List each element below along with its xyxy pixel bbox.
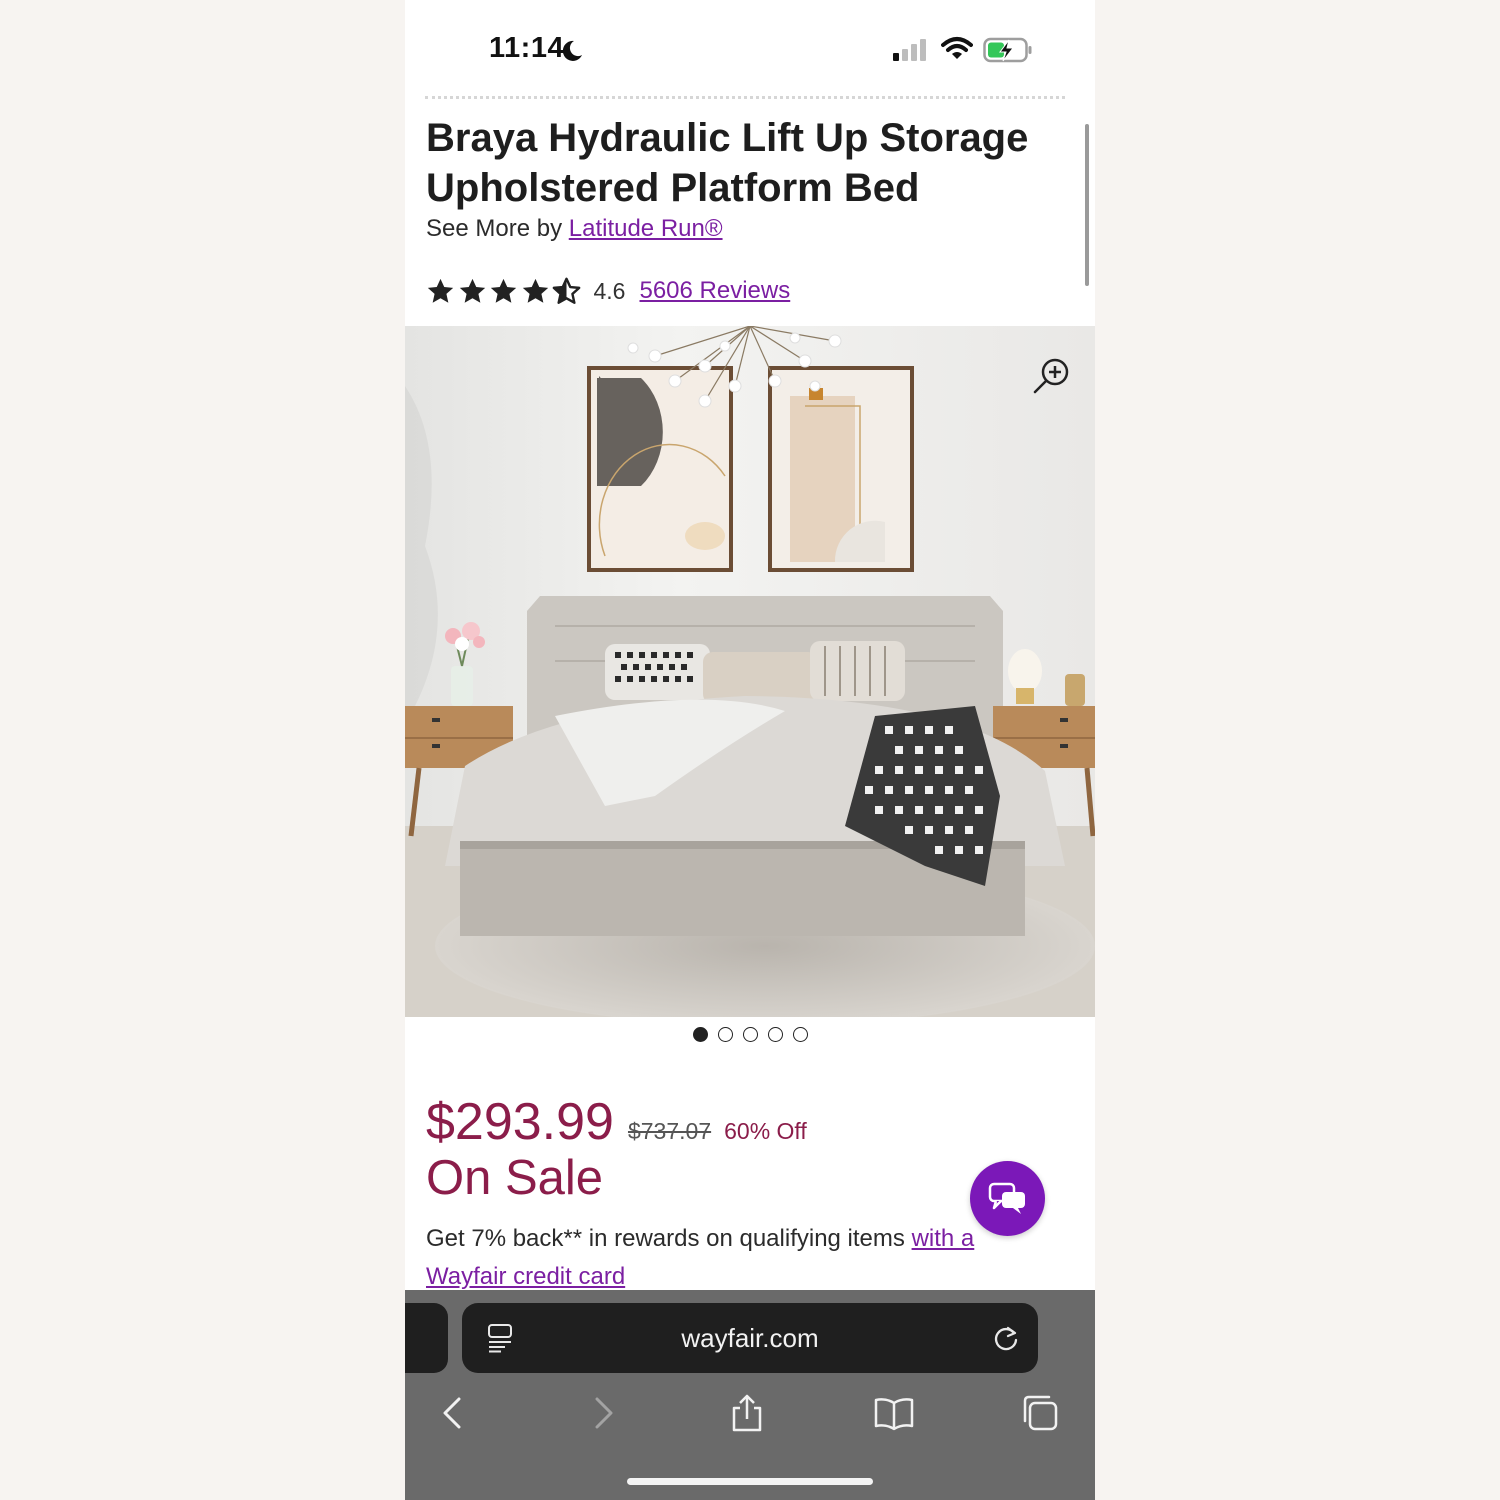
rewards-copy: Get 7% back** in rewards on qualifying i… — [426, 1225, 905, 1252]
credit-card-link[interactable]: with a — [912, 1225, 975, 1252]
rating-value: 4.6 — [593, 277, 626, 304]
address-bar[interactable]: wayfair.com — [462, 1303, 1038, 1373]
price-row: $293.99 $737.07 60% Off — [426, 1092, 807, 1152]
discount-label: 60% Off — [724, 1118, 807, 1144]
gallery-dot-1[interactable] — [692, 1027, 708, 1042]
gallery-dot-5[interactable] — [792, 1027, 808, 1042]
half-star-icon — [552, 277, 581, 304]
reload-icon[interactable] — [992, 1325, 1020, 1353]
bedroom-photo — [405, 326, 1095, 1017]
original-price: $737.07 — [627, 1118, 712, 1144]
gallery-dot-2[interactable] — [717, 1027, 733, 1042]
signal-icon — [893, 39, 926, 61]
moon-icon — [562, 40, 582, 61]
rewards-text: Get 7% back** in rewards on qualifying i… — [426, 1220, 1026, 1296]
reviews-link[interactable]: 5606 Reviews — [639, 277, 790, 305]
see-more-by: See More by Latitude Run® — [426, 215, 723, 243]
browser-toolbar: wayfair.com — [405, 1290, 1095, 1500]
wifi-icon — [941, 37, 973, 59]
product-title: Braya Hydraulic Lift Up Storage Upholste… — [426, 116, 1029, 210]
address-text[interactable]: wayfair.com — [462, 1303, 1038, 1373]
star-icon — [522, 278, 548, 303]
star-icon — [490, 278, 517, 303]
battery-icon — [983, 37, 1032, 63]
credit-card-link-cont[interactable]: Wayfair credit card — [426, 1263, 625, 1290]
home-indicator[interactable] — [627, 1478, 873, 1485]
tabs-icon[interactable] — [1021, 1393, 1061, 1433]
previous-tab-preview[interactable] — [405, 1303, 448, 1373]
bookmarks-icon[interactable] — [874, 1393, 914, 1433]
phone-screen: 11:14 Braya Hydraulic Lift Up Storage Up… — [405, 0, 1095, 1500]
see-more-label: See More by — [426, 215, 563, 242]
status-time: 11:14 — [489, 32, 565, 64]
share-icon[interactable] — [727, 1393, 767, 1433]
sale-price: $293.99 — [426, 1093, 614, 1151]
zoom-in-icon[interactable] — [1031, 356, 1071, 396]
scrollbar[interactable] — [1085, 124, 1089, 286]
rating-row: 4.6 5606 Reviews — [426, 275, 790, 307]
page-settings-icon[interactable] — [487, 1323, 515, 1353]
gallery-dot-3[interactable] — [742, 1027, 758, 1042]
back-icon[interactable] — [435, 1393, 475, 1433]
brand-link[interactable]: Latitude Run® — [569, 215, 723, 242]
gallery-dot-4[interactable] — [767, 1027, 783, 1042]
product-image[interactable] — [405, 326, 1095, 1017]
star-icon — [459, 278, 485, 303]
gallery-pagination — [405, 1027, 1095, 1045]
status-bar: 11:14 — [405, 0, 1095, 96]
on-sale-label: On Sale — [426, 1151, 604, 1205]
chat-icon — [988, 1182, 1025, 1214]
forward-icon[interactable] — [581, 1393, 621, 1433]
chat-button[interactable] — [970, 1161, 1045, 1236]
star-icon — [427, 278, 454, 303]
scrolled-content-edge — [425, 96, 1065, 100]
